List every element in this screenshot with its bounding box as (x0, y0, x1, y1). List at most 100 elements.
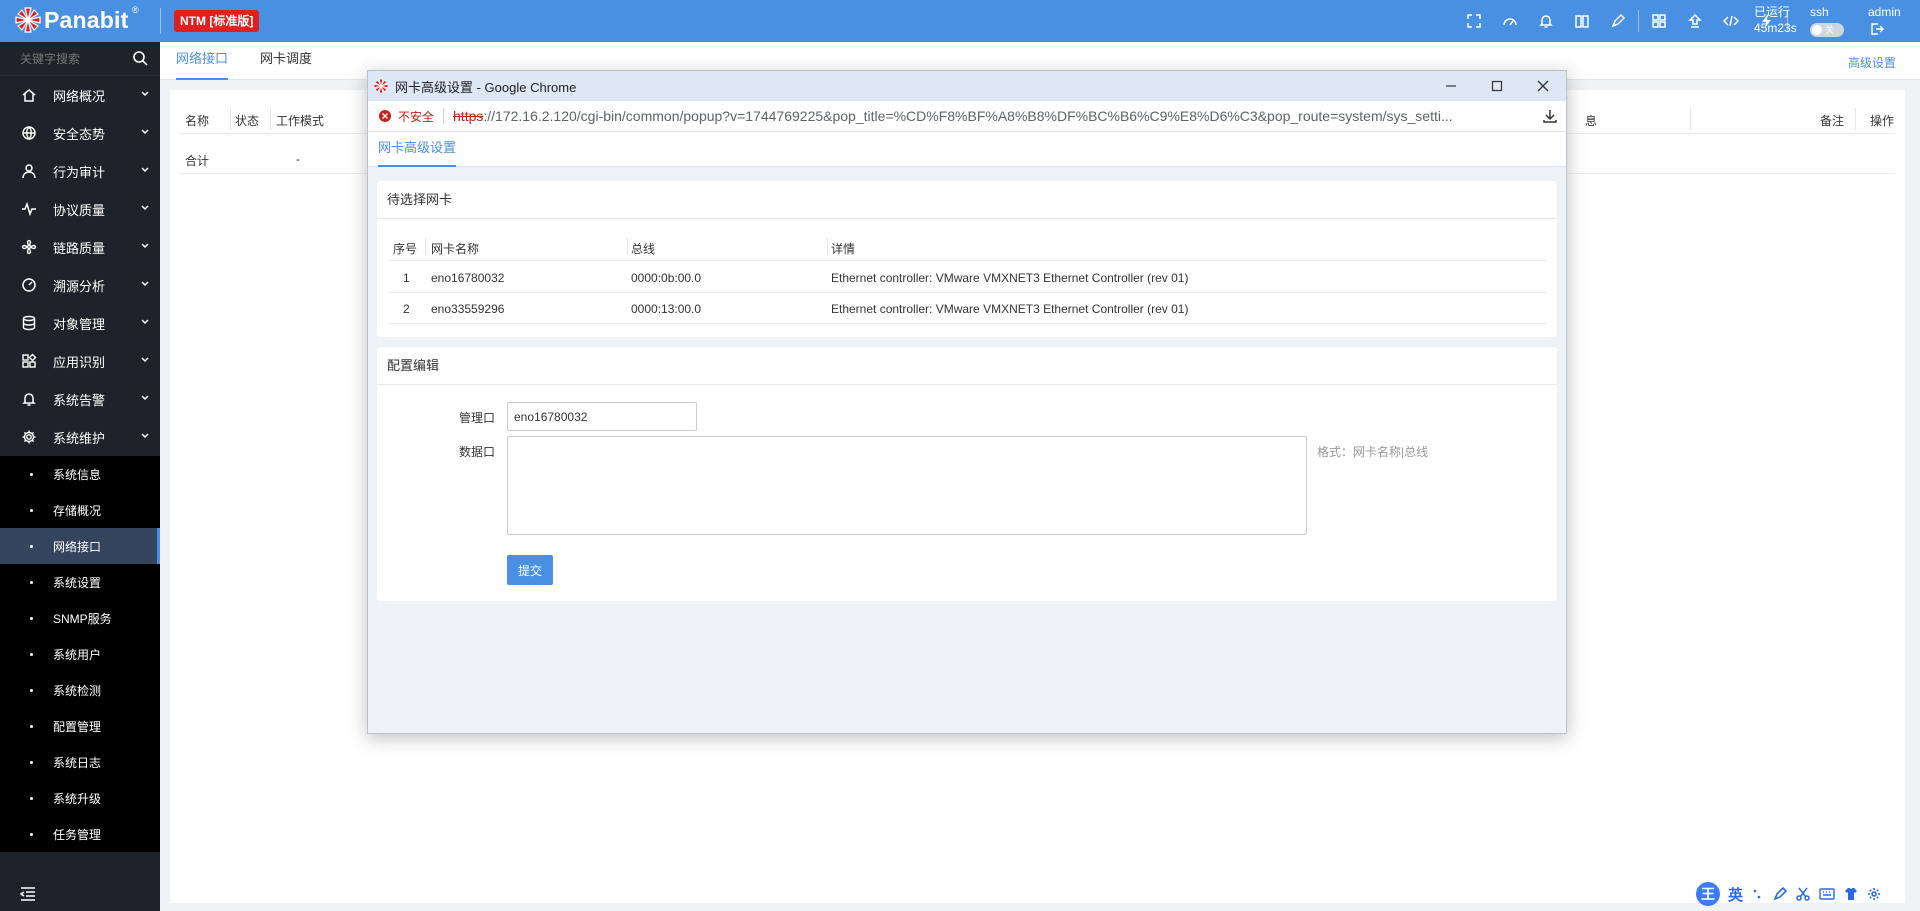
punctuation-icon[interactable] (1752, 888, 1764, 900)
column-header: 详情 (831, 242, 856, 256)
chevron-down-icon (140, 431, 150, 441)
sidebar-subitem-active[interactable]: 网络接口 (0, 528, 160, 564)
dashboard-icon[interactable] (1492, 10, 1528, 32)
table-row[interactable]: 1 eno16780032 0000:0b:00.0 Ethernet cont… (387, 262, 1547, 293)
bullet (30, 544, 33, 548)
sidebar-subitem-label: SNMP服务 (53, 611, 112, 626)
window-controls (1428, 71, 1566, 101)
keyboard-icon[interactable] (1819, 888, 1835, 900)
database-icon (20, 314, 38, 332)
toolbar-icons (1456, 10, 1790, 32)
panabit-logo[interactable]: Panabit ® (14, 5, 139, 34)
minimize-icon[interactable] (1428, 71, 1474, 101)
bullet (30, 688, 33, 692)
search-icon[interactable] (132, 50, 148, 66)
sidebar-subitem[interactable]: 系统检测 (0, 672, 160, 708)
window-titlebar[interactable]: 网卡高级设置 - Google Chrome (368, 71, 1566, 101)
sidebar-item-trace-analysis[interactable]: 溯源分析 (0, 266, 160, 304)
sidebar-item-label: 溯源分析 (53, 278, 106, 294)
column-divider (827, 237, 828, 255)
user-menu[interactable]: admin (1868, 4, 1901, 36)
sidebar-subitem[interactable]: 系统设置 (0, 564, 160, 600)
ssh-toggle[interactable]: 关 (1810, 23, 1844, 37)
toggle-knob (1812, 25, 1822, 35)
tab-network-interface[interactable]: 网络接口 (176, 42, 229, 80)
submit-button[interactable]: 提交 (507, 555, 553, 585)
table-row[interactable]: 2 eno33559296 0000:13:00.0 Ethernet cont… (387, 293, 1547, 324)
url-rest: ://172.16.2.120/cgi-bin/common/popup?v=1… (483, 108, 1453, 124)
skin-icon[interactable] (1844, 887, 1858, 901)
sidebar-subitem[interactable]: 系统升级 (0, 780, 160, 816)
column-header: 名称 (185, 114, 210, 128)
advanced-settings-link[interactable]: 高级设置 (1848, 54, 1896, 71)
pen-icon[interactable] (1773, 887, 1788, 901)
sidebar-subitem[interactable]: SNMP服务 (0, 600, 160, 636)
sidebar-item-network-overview[interactable]: 网络概况 (0, 76, 160, 114)
scissors-icon[interactable] (1796, 887, 1810, 901)
upgrade-icon[interactable] (1677, 10, 1713, 32)
url-text[interactable]: https://172.16.2.120/cgi-bin/common/popu… (453, 108, 1518, 124)
sidebar-item-link-quality[interactable]: 链路质量 (0, 228, 160, 266)
sidebar-subitem[interactable]: 系统信息 (0, 456, 160, 492)
mgmt-port-input[interactable] (507, 402, 697, 431)
uptime: 已运行 45m23s (1754, 4, 1797, 36)
ime-logo-icon[interactable]: 王 (1696, 882, 1720, 906)
sidebar-subitem[interactable]: 存储概况 (0, 492, 160, 528)
fan-icon (20, 238, 38, 256)
code-icon[interactable] (1713, 10, 1749, 32)
gear-icon[interactable] (1867, 887, 1881, 901)
tab-nic-advanced[interactable]: 网卡高级设置 (378, 132, 457, 167)
bullet (30, 724, 33, 728)
fullscreen-icon[interactable] (1456, 10, 1492, 32)
data-port-textarea[interactable] (507, 436, 1307, 535)
column-divider (1855, 108, 1856, 130)
sidebar-subitem[interactable]: 配置管理 (0, 708, 160, 744)
sidebar-item-label: 链路质量 (53, 240, 106, 256)
sidebar-item-protocol-quality[interactable]: 协议质量 (0, 190, 160, 228)
widgets-icon[interactable] (1641, 10, 1677, 32)
chevron-down-icon (140, 127, 150, 137)
uptime-label: 已运行 (1754, 5, 1791, 19)
ssh-control: ssh 关 (1810, 4, 1844, 37)
sidebar-subitem[interactable]: 系统日志 (0, 744, 160, 780)
pen-icon[interactable] (1600, 10, 1636, 32)
sidebar-item-audit[interactable]: 行为审计 (0, 152, 160, 190)
sidebar-item-security[interactable]: 安全态势 (0, 114, 160, 152)
nic-bus: 0000:0b:00.0 (631, 271, 702, 285)
sidebar-item-maintenance[interactable]: 系统维护 (0, 418, 160, 456)
search-input[interactable] (20, 51, 130, 66)
nic-selection-card: 待选择网卡 序号 网卡名称 总线 详情 1 eno16780032 0000:0… (377, 181, 1557, 337)
sidebar-subitem[interactable]: 任务管理 (0, 816, 160, 852)
column-header: 总线 (631, 242, 656, 256)
security-indicator[interactable]: 不安全 (378, 108, 434, 125)
url-scheme: https (453, 108, 484, 124)
logout-icon[interactable] (1870, 22, 1901, 36)
maximize-icon[interactable] (1474, 71, 1520, 101)
sidebar-item-object-management[interactable]: 对象管理 (0, 304, 160, 342)
column-divider (1690, 108, 1691, 130)
collapse-menu-icon[interactable] (20, 887, 36, 901)
download-icon[interactable] (1542, 108, 1558, 124)
bullet (30, 616, 33, 620)
close-icon[interactable] (1520, 71, 1566, 101)
sidebar-item-label: 协议质量 (53, 202, 106, 218)
sidebar-subitem-label: 系统升级 (53, 791, 102, 806)
bell-icon[interactable] (1528, 10, 1564, 32)
tab-nic-scheduling[interactable]: 网卡调度 (260, 42, 312, 80)
ime-language-toggle[interactable]: 英 (1728, 884, 1743, 905)
sidebar-submenu: 系统信息 存储概况 网络接口 系统设置 SNMP服务 系统用户 系统检测 配置管… (0, 456, 160, 852)
book-icon[interactable] (1564, 10, 1600, 32)
sidebar-item-app-recognition[interactable]: 应用识别 (0, 342, 160, 380)
sidebar-item-label: 系统告警 (53, 392, 106, 408)
nic-detail: Ethernet controller: VMware VMXNET3 Ethe… (831, 302, 1189, 316)
ssh-toggle-label: 关 (1825, 25, 1835, 35)
sidebar-subitem[interactable]: 系统用户 (0, 636, 160, 672)
sidebar: 网络概况 安全态势 行为审计 协议质量 链路质量 溯源分析 对象管理 应用识别 (0, 42, 160, 911)
username: admin (1868, 5, 1901, 19)
sidebar-item-alarms[interactable]: 系统告警 (0, 380, 160, 418)
address-bar[interactable]: 不安全 https://172.16.2.120/cgi-bin/common/… (368, 101, 1566, 131)
chevron-down-icon (140, 203, 150, 213)
warning-icon (379, 110, 391, 122)
ssh-label: ssh (1810, 5, 1829, 19)
sidebar-subitem-label: 系统用户 (53, 647, 102, 662)
